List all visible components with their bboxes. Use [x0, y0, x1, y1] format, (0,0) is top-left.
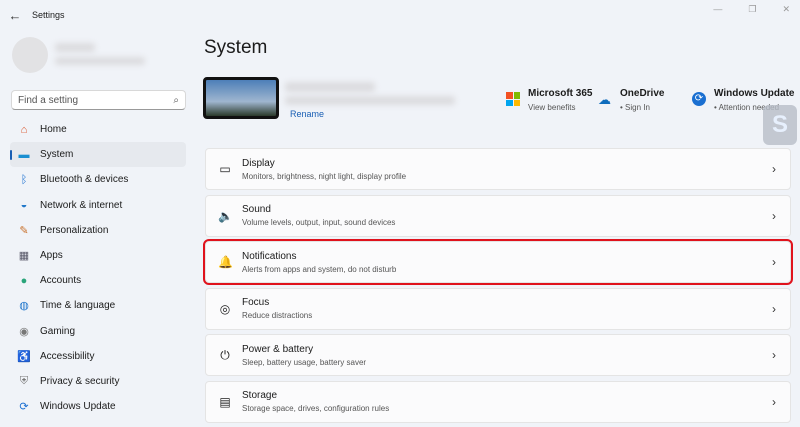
user-email-blurred — [55, 57, 145, 65]
microsoft-365-icon — [506, 92, 520, 106]
system-icon: ▬ — [18, 148, 30, 161]
bluetooth-icon: ᛒ — [20, 173, 28, 186]
card-subtitle: Reduce distractions — [242, 311, 313, 320]
card-title: Power & battery — [242, 343, 314, 355]
brush-icon: ✎ — [19, 224, 29, 237]
rename-link[interactable]: Rename — [290, 109, 324, 119]
sidebar-item-accounts[interactable]: ● Accounts — [10, 268, 186, 293]
card-title: Notifications — [242, 250, 297, 262]
sidebar-item-label: Home — [40, 124, 67, 136]
sidebar-item-label: Network & internet — [40, 199, 123, 211]
sidebar-item-accessibility[interactable]: ♿ Accessibility — [10, 344, 186, 369]
card-title: Sound — [242, 204, 271, 215]
settings-card-display[interactable]: ▭ Display Monitors, brightness, night ligh… — [205, 148, 791, 190]
accessibility-icon: ♿ — [17, 350, 31, 363]
chevron-right-icon: › — [772, 255, 776, 269]
update-icon: ⟳ — [19, 401, 29, 414]
apps-icon: ▦ — [18, 250, 30, 263]
onedrive-tile[interactable]: ☁ OneDrive • Sign In — [598, 88, 664, 112]
search-icon: ⌕ — [173, 94, 179, 106]
accounts-icon: ● — [20, 274, 28, 287]
app-title: Settings — [32, 10, 65, 20]
user-name-blurred — [55, 43, 95, 52]
sidebar-item-privacy-security[interactable]: ⛨ Privacy & security — [10, 369, 186, 394]
avatar[interactable] — [12, 37, 48, 73]
settings-card-sound[interactable]: 🔈 Sound Volume levels, output, input, soun… — [205, 194, 791, 237]
storage-icon: ▤ — [219, 394, 231, 409]
gamepad-icon: ◉ — [19, 325, 29, 338]
sidebar-item-gaming[interactable]: ◉ Gaming — [10, 319, 186, 344]
search-input[interactable]: Find a setting ⌕ — [11, 90, 186, 110]
home-icon: ⌂ — [20, 123, 28, 136]
service-title: Windows Update — [714, 88, 795, 99]
search-placeholder: Find a setting — [18, 94, 79, 106]
wifi-icon: ◒ — [20, 199, 28, 212]
card-subtitle: Volume levels, output, input, sound devi… — [242, 218, 396, 227]
display-icon: ▭ — [219, 162, 231, 176]
service-subtitle: • Sign In — [620, 103, 650, 112]
card-subtitle: Storage space, drives, configuration rul… — [242, 404, 390, 413]
settings-list: ▭ Display Monitors, brightness, night ligh… — [203, 148, 793, 427]
sound-icon: 🔈 — [218, 208, 233, 223]
floating-overlay-button[interactable]: S — [763, 105, 797, 145]
sidebar-nav: ⌂ Home ▬ System ᛒ Bluetooth & devices ◒ Network… — [10, 117, 186, 419]
focus-icon: ◎ — [219, 301, 231, 316]
card-title: Focus — [242, 297, 270, 308]
chevron-right-icon: › — [772, 162, 776, 176]
sidebar-item-label: Apps — [40, 250, 63, 262]
chevron-right-icon: › — [772, 394, 776, 409]
sidebar-item-personalization[interactable]: ✎ Personalization — [10, 218, 186, 243]
card-subtitle: Sleep, battery usage, battery saver — [242, 357, 367, 367]
sidebar-item-network-internet[interactable]: ◒ Network & internet — [10, 193, 186, 218]
title-bar: ← Settings — ❐ ✕ — [0, 0, 800, 30]
shield-icon: ⛨ — [19, 374, 29, 387]
sidebar-item-label: Accounts — [40, 275, 82, 287]
sidebar-item-label: Personalization — [40, 224, 109, 236]
sidebar-item-time-language[interactable]: ◍ Time & language — [10, 293, 186, 318]
sidebar-item-label: Accessibility — [40, 350, 95, 362]
sidebar-item-label: Gaming — [40, 325, 76, 337]
minimize-icon[interactable]: — — [713, 4, 722, 15]
sidebar-item-label: Time & language — [40, 300, 116, 312]
sidebar-item-label: Windows Update — [40, 401, 116, 413]
chevron-right-icon: › — [772, 208, 776, 223]
maximize-icon[interactable]: ❐ — [748, 4, 756, 15]
service-title: OneDrive — [620, 88, 665, 99]
sidebar-item-label: Bluetooth & devices — [40, 174, 129, 186]
card-title: Display — [242, 157, 275, 169]
sidebar-item-home[interactable]: ⌂ Home — [10, 117, 186, 142]
device-wallpaper-thumbnail — [203, 77, 279, 119]
chevron-right-icon: › — [772, 301, 776, 316]
windows-update-icon: ⟳ — [692, 92, 706, 106]
sidebar-item-label: System — [40, 149, 74, 161]
close-icon[interactable]: ✕ — [782, 4, 790, 15]
card-subtitle: Alerts from apps and system, do not dist… — [242, 264, 397, 274]
back-arrow-icon[interactable]: ← — [0, 8, 30, 23]
power-battery-icon: ⏻ — [220, 347, 230, 362]
settings-card-storage[interactable]: ▤ Storage Storage space, drives, configura… — [205, 380, 791, 423]
service-title: Microsoft 365 — [528, 88, 593, 99]
sidebar-item-windows-update[interactable]: ⟳ Windows Update — [10, 394, 186, 419]
microsoft-365-tile[interactable]: Microsoft 365 View benefits — [506, 88, 592, 112]
sidebar-item-system[interactable]: ▬ System — [10, 142, 186, 168]
sidebar-item-bluetooth-devices[interactable]: ᛒ Bluetooth & devices — [10, 167, 186, 192]
device-model-blurred — [285, 96, 455, 105]
settings-card-focus[interactable]: ◎ Focus Reduce distractions › — [205, 287, 791, 330]
sidebar-item-label: Privacy & security — [40, 375, 120, 387]
onedrive-icon: ☁ — [598, 92, 611, 107]
globe-icon: ◍ — [19, 300, 29, 313]
settings-card-power-battery[interactable]: ⏻ Power & battery Sleep, battery usage, ba… — [205, 334, 791, 376]
chevron-right-icon: › — [772, 348, 776, 362]
card-title: Storage — [242, 390, 278, 401]
device-name-blurred — [285, 82, 375, 92]
sidebar-item-apps[interactable]: ▦ Apps — [10, 243, 186, 268]
card-subtitle: Monitors, brightness, night light, displ… — [242, 171, 407, 181]
settings-card-notifications[interactable]: 🔔 Notifications Alerts from apps and syste… — [203, 239, 793, 285]
notifications-icon: 🔔 — [218, 255, 233, 269]
page-title: System — [204, 37, 268, 58]
service-subtitle: View benefits — [528, 103, 576, 112]
